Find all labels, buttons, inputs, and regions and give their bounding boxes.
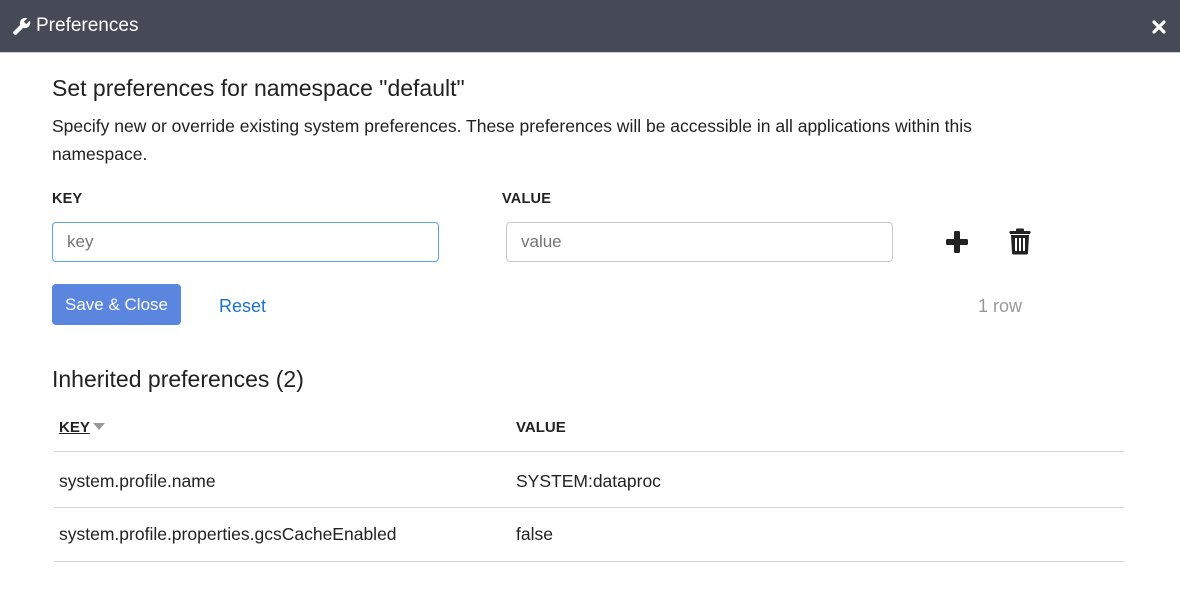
row-value: SYSTEM:dataproc [516, 471, 661, 491]
inherited-heading: Inherited preferences (2) [52, 366, 304, 392]
dialog-title: Preferences [36, 15, 139, 36]
column-header-key[interactable]: KEY [59, 419, 105, 436]
sort-caret-icon [92, 423, 105, 430]
row-key: system.profile.name [59, 471, 216, 491]
key-label: KEY [52, 191, 83, 207]
table-divider [54, 451, 1124, 452]
wrench-icon [12, 17, 31, 36]
table-divider [54, 507, 1124, 508]
reset-link[interactable]: Reset [219, 296, 266, 317]
column-header-key-label: KEY [59, 419, 90, 436]
row-count: 1 row [978, 296, 1023, 316]
row-key: system.profile.properties.gcsCacheEnable… [59, 524, 397, 544]
close-icon[interactable] [1151, 19, 1167, 35]
dialog-header: Preferences [0, 0, 1180, 53]
value-label: VALUE [502, 191, 552, 207]
trash-icon[interactable] [1009, 228, 1031, 255]
form-description: Specify new or override existing system … [52, 116, 972, 164]
plus-icon[interactable] [945, 230, 969, 254]
save-and-close-button[interactable]: Save & Close [52, 284, 181, 325]
form-heading: Set preferences for namespace "default" [52, 75, 465, 101]
row-value: false [516, 524, 553, 544]
column-header-value: VALUE [516, 419, 566, 436]
key-input[interactable] [52, 222, 439, 262]
table-divider [54, 561, 1124, 562]
value-input[interactable] [506, 222, 893, 262]
